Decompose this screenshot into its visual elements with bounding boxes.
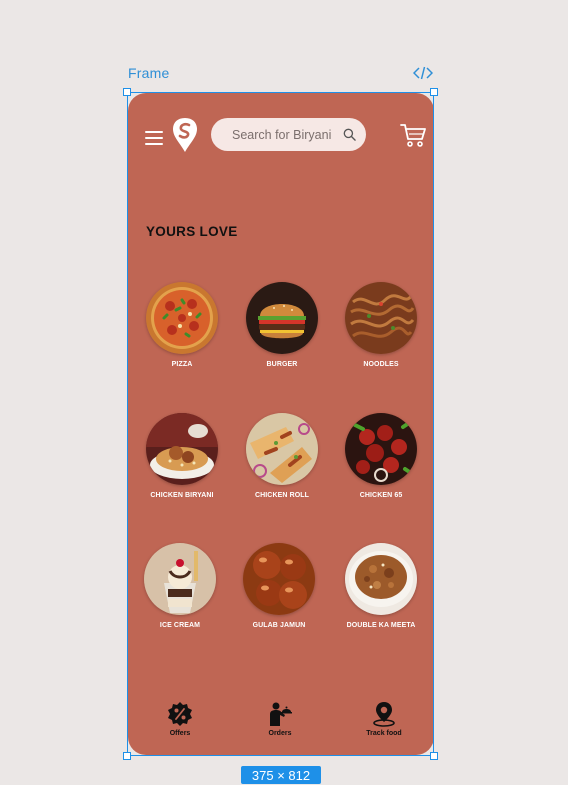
frame-label[interactable]: Frame: [128, 65, 169, 81]
resize-handle-top-left[interactable]: [123, 88, 131, 96]
code-icon[interactable]: [413, 66, 433, 80]
resize-handle-bottom-right[interactable]: [430, 752, 438, 760]
size-badge: 375 × 812: [241, 766, 321, 784]
resize-handle-bottom-left[interactable]: [123, 752, 131, 760]
resize-handle-top-right[interactable]: [430, 88, 438, 96]
selection-box[interactable]: [127, 92, 434, 756]
